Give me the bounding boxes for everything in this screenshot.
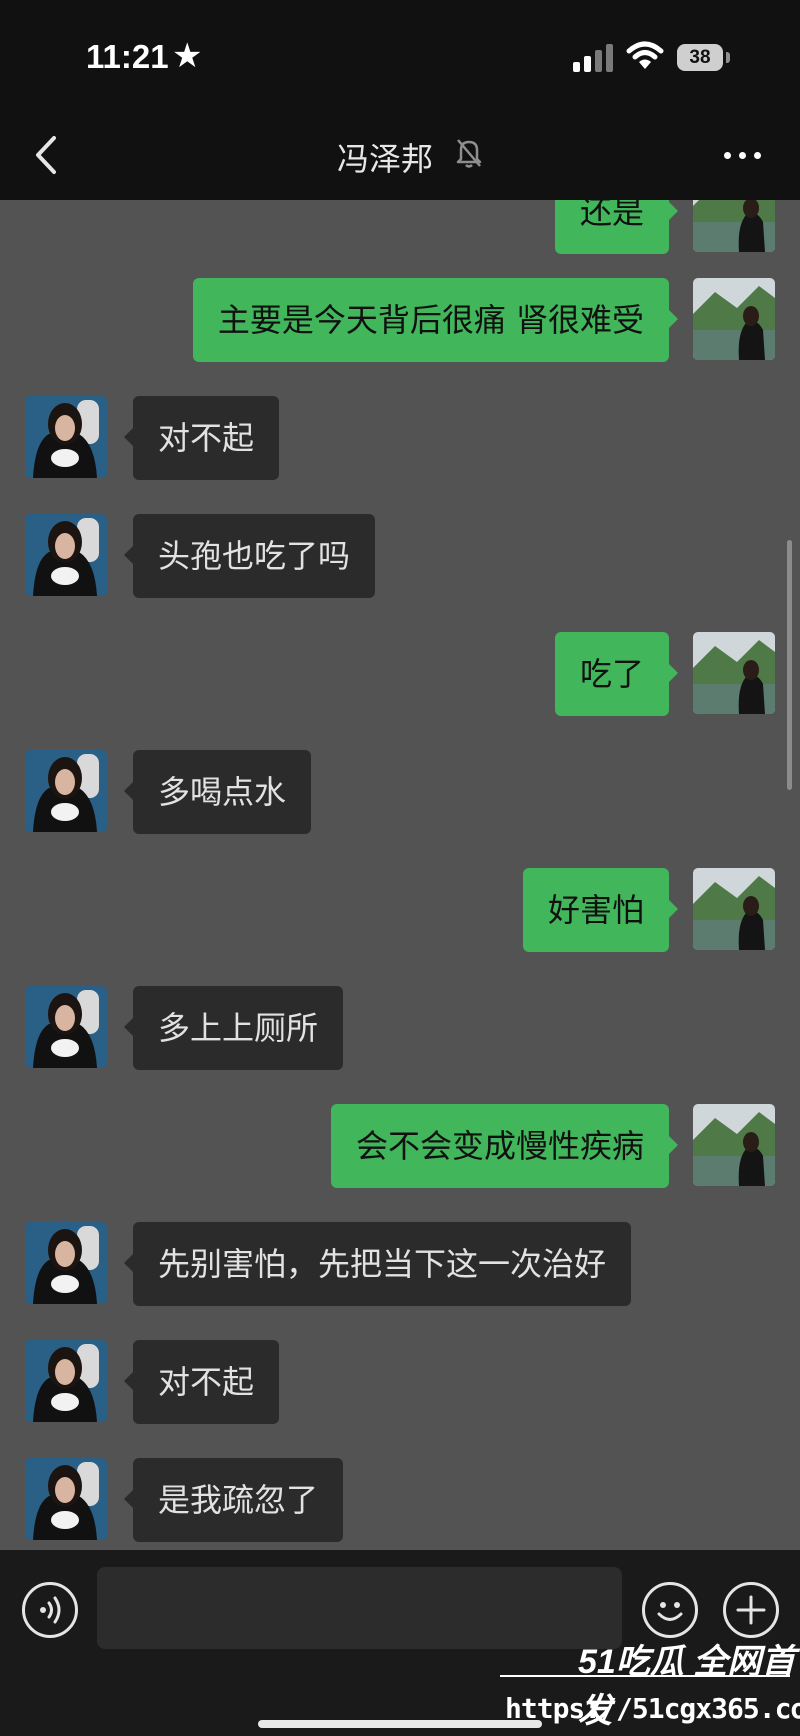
battery-icon: 38: [677, 44, 723, 71]
watermark-divider: [500, 1675, 790, 1677]
incoming-message: 是我疏忽了: [0, 1458, 800, 1542]
outgoing-message: 主要是今天背后很痛 肾很难受: [0, 278, 800, 362]
message-bubble[interactable]: 多上上厕所: [123, 986, 344, 1070]
star-icon: ★: [172, 36, 203, 76]
message-bubble[interactable]: 主要是今天背后很痛 肾很难受: [192, 278, 679, 362]
my-avatar[interactable]: [693, 1104, 775, 1186]
contact-avatar[interactable]: [25, 750, 107, 832]
emoji-icon[interactable]: [642, 1582, 698, 1638]
nav-bar: 冯泽邦: [0, 110, 800, 200]
contact-name: 冯泽邦: [336, 140, 433, 178]
chat-title: 冯泽邦: [0, 134, 800, 180]
contact-avatar[interactable]: [25, 1222, 107, 1304]
more-icon[interactable]: [720, 142, 766, 168]
signal-icon: [573, 42, 617, 72]
incoming-message: 对不起: [0, 396, 800, 480]
status-bar: 11:21 ★ 38: [0, 0, 800, 110]
my-avatar[interactable]: [693, 632, 775, 714]
contact-avatar[interactable]: [25, 1458, 107, 1540]
outgoing-message: 好害怕: [0, 868, 800, 952]
outgoing-message: 会不会变成慢性疾病: [0, 1104, 800, 1188]
outgoing-message: 吃了: [0, 632, 800, 716]
message-bubble[interactable]: 好害怕: [522, 868, 679, 952]
voice-icon[interactable]: [22, 1582, 78, 1638]
message-bubble[interactable]: 头孢也吃了吗: [123, 514, 376, 598]
incoming-message: 头孢也吃了吗: [0, 514, 800, 598]
message-bubble[interactable]: 多喝点水: [123, 750, 312, 834]
mute-bell-icon: [456, 139, 482, 168]
incoming-message: 多喝点水: [0, 750, 800, 834]
contact-avatar[interactable]: [25, 1340, 107, 1422]
contact-avatar[interactable]: [25, 396, 107, 478]
message-bubble[interactable]: 先别害怕，先把当下这一次治好: [123, 1222, 632, 1306]
wifi-icon: [626, 41, 664, 69]
watermark-url: https://51cgx365.com: [505, 1692, 800, 1725]
chat-area[interactable]: 还是 主要是今天背后很痛 肾很难受 对不起 头孢也吃了吗 吃了 多喝点水 好害怕 多上上厕所会…: [0, 200, 800, 1550]
home-indicator: [258, 1720, 542, 1728]
message-bubble[interactable]: 吃了: [554, 632, 679, 716]
contact-avatar[interactable]: [25, 986, 107, 1068]
outgoing-message: 还是: [0, 200, 800, 254]
chat-scrollbar[interactable]: [787, 540, 792, 790]
contact-avatar[interactable]: [25, 514, 107, 596]
plus-icon[interactable]: [723, 1582, 779, 1638]
my-avatar[interactable]: [693, 200, 775, 252]
message-bubble[interactable]: 会不会变成慢性疾病: [330, 1104, 679, 1188]
message-bubble[interactable]: 对不起: [123, 1340, 280, 1424]
message-input[interactable]: [97, 1567, 622, 1649]
my-avatar[interactable]: [693, 868, 775, 950]
message-bubble[interactable]: 是我疏忽了: [123, 1458, 344, 1542]
incoming-message: 先别害怕，先把当下这一次治好: [0, 1222, 800, 1306]
battery-level: 38: [689, 47, 711, 68]
my-avatar[interactable]: [693, 278, 775, 360]
message-bubble[interactable]: 还是: [554, 200, 679, 254]
status-time: 11:21: [86, 38, 169, 75]
battery-cap: [726, 52, 730, 63]
incoming-message: 多上上厕所: [0, 986, 800, 1070]
message-bubble[interactable]: 对不起: [123, 396, 280, 480]
incoming-message: 对不起: [0, 1340, 800, 1424]
